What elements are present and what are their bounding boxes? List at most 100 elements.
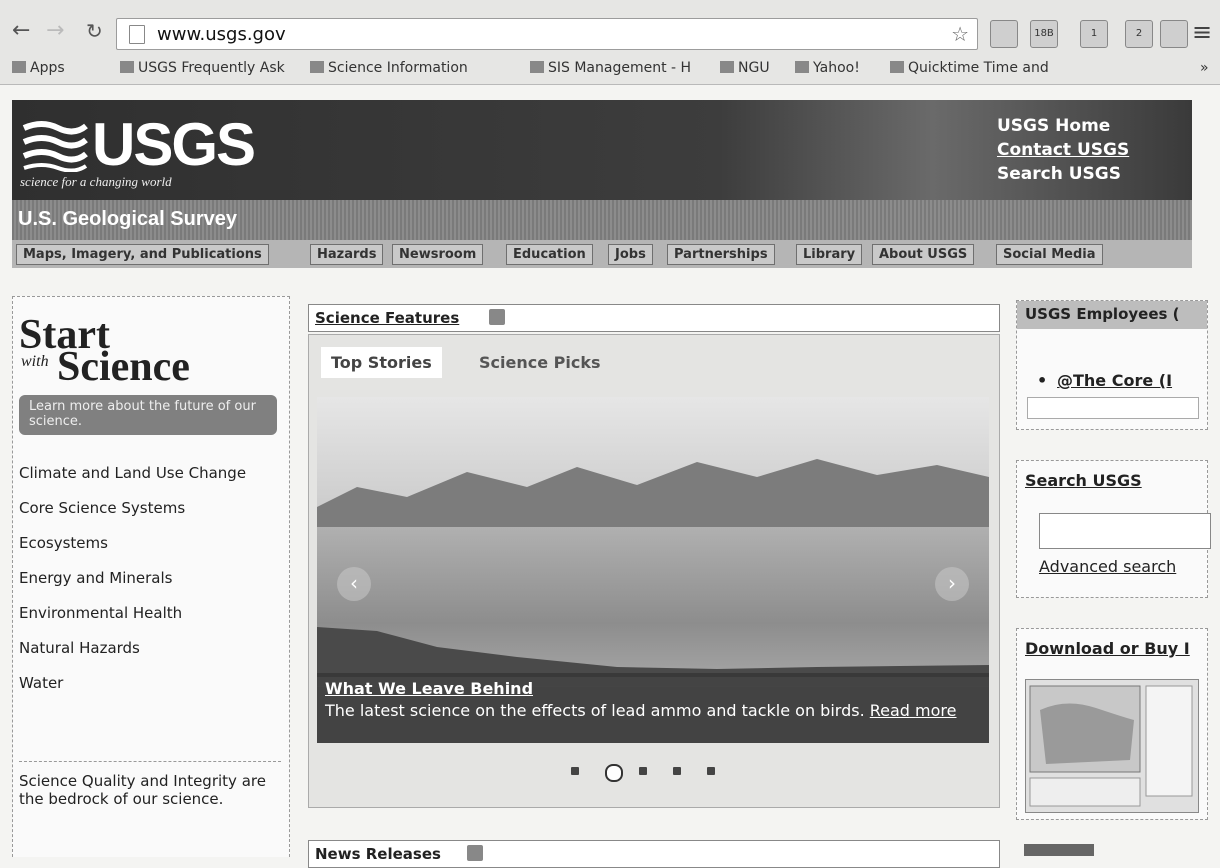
features-carousel: Top Stories Science Picks ‹ › What We Le… <box>308 334 1000 808</box>
science-quality-text[interactable]: Science Quality and Integrity are the be… <box>19 761 281 808</box>
story-title-link[interactable]: What We Leave Behind <box>325 679 533 699</box>
search-usgs-link[interactable]: Search USGS <box>997 162 1129 186</box>
back-arrow-icon[interactable]: ← <box>12 20 30 42</box>
bookmark-item[interactable]: SIS Management - H <box>530 60 691 76</box>
usgs-home-link[interactable]: USGS Home <box>997 114 1129 138</box>
forward-arrow-icon[interactable]: → <box>46 20 64 42</box>
download-box: Download or Buy I <box>1016 628 1208 820</box>
usgs-logo-text[interactable]: USGS <box>92 110 256 179</box>
bookmark-favicon-icon <box>890 61 904 73</box>
bookmark-label: NGU <box>738 60 770 76</box>
bookmark-label: Science Information <box>328 60 468 76</box>
bookmarks-overflow-icon[interactable]: » <box>1200 60 1209 76</box>
nav-jobs[interactable]: Jobs <box>608 244 653 265</box>
employees-title[interactable]: USGS Employees ( <box>1017 301 1207 329</box>
download-title[interactable]: Download or Buy I <box>1025 639 1190 658</box>
advanced-search-link[interactable]: Advanced search <box>1039 557 1176 576</box>
rss-icon[interactable] <box>489 309 505 325</box>
bookmark-label: USGS Frequently Ask <box>138 60 285 76</box>
topic-water[interactable]: Water <box>19 673 281 693</box>
extension-badge-icon[interactable]: 1 <box>1080 20 1108 48</box>
start-with-science-logo[interactable]: Start with Science <box>19 311 279 403</box>
bookmark-label: Apps <box>30 60 65 76</box>
bookmark-item[interactable]: NGU <box>720 60 770 76</box>
extension-icon[interactable] <box>1160 20 1188 48</box>
carousel-next-icon[interactable]: › <box>935 567 969 601</box>
search-usgs-box: Search USGS Advanced search <box>1016 460 1211 598</box>
search-input[interactable] <box>1039 513 1211 549</box>
bookmark-item[interactable]: USGS Frequently Ask <box>120 60 285 76</box>
bookmark-star-icon[interactable]: ☆ <box>951 22 969 46</box>
bookmark-favicon-icon <box>720 61 734 73</box>
apps-grid-icon <box>12 61 26 73</box>
story-text: The latest science on the effects of lea… <box>325 701 985 721</box>
bookmark-apps[interactable]: Apps <box>12 60 65 76</box>
the-core-link[interactable]: @The Core (I <box>1037 371 1172 390</box>
bookmark-label: Yahoo! <box>813 60 860 76</box>
bookmark-favicon-icon <box>120 61 134 73</box>
bookmark-label: SIS Management - H <box>548 60 692 76</box>
tagline: science for a changing world <box>20 174 172 189</box>
bookmark-favicon-icon <box>530 61 544 73</box>
bookmark-item[interactable]: Yahoo! <box>795 60 860 76</box>
address-bar[interactable]: www.usgs.gov ☆ <box>116 18 978 50</box>
nav-education[interactable]: Education <box>506 244 593 265</box>
topic-climate-land-use[interactable]: Climate and Land Use Change <box>19 463 281 483</box>
nav-social-media[interactable]: Social Media <box>996 244 1103 265</box>
learn-more-button[interactable]: Learn more about the future of our scien… <box>19 395 277 435</box>
bookmark-item[interactable]: Quicktime Time and <box>890 60 1049 76</box>
topic-environmental-health[interactable]: Environmental Health <box>19 603 281 623</box>
search-usgs-title[interactable]: Search USGS <box>1025 471 1142 490</box>
survey-title-bar: U.S. Geological Survey <box>12 200 1192 240</box>
read-more-link[interactable]: Read more <box>870 701 957 720</box>
url-text[interactable]: www.usgs.gov <box>157 24 286 45</box>
feature-photo[interactable]: ‹ › What We Leave Behind The latest scie… <box>317 397 989 743</box>
contact-usgs-link[interactable]: Contact USGS <box>997 138 1129 162</box>
story-description: The latest science on the effects of lea… <box>325 701 865 720</box>
usgs-wave-logo-icon[interactable] <box>22 120 88 172</box>
topic-ecosystems[interactable]: Ecosystems <box>19 533 281 553</box>
site-header: USGS science for a changing world USGS H… <box>12 100 1192 268</box>
header-banner: USGS science for a changing world USGS H… <box>12 100 1192 200</box>
carousel-dot[interactable] <box>707 767 715 775</box>
map-thumbnail[interactable] <box>1025 679 1199 813</box>
tab-top-stories[interactable]: Top Stories <box>321 347 442 378</box>
carousel-pagination <box>559 763 759 782</box>
carousel-dot[interactable] <box>673 767 681 775</box>
science-features-title[interactable]: Science Features <box>315 309 459 327</box>
browser-toolbar: ← → ↻ www.usgs.gov ☆ 18B 1 2 ≡ Apps USGS… <box>0 0 1220 85</box>
bookmark-favicon-icon <box>795 61 809 73</box>
extension-badge-icon[interactable]: 2 <box>1125 20 1153 48</box>
news-releases-header: News Releases <box>308 840 1000 868</box>
nav-about-usgs[interactable]: About USGS <box>872 244 975 265</box>
bookmark-label: Quicktime Time and <box>908 60 1049 76</box>
extension-badge-icon[interactable]: 18B <box>1030 20 1058 48</box>
reload-icon[interactable]: ↻ <box>86 20 103 42</box>
map-thumbnail-graphic <box>1029 685 1193 807</box>
carousel-prev-icon[interactable]: ‹ <box>337 567 371 601</box>
nav-newsroom[interactable]: Newsroom <box>392 244 484 265</box>
menu-icon[interactable]: ≡ <box>1192 18 1212 46</box>
carousel-dot[interactable] <box>571 767 579 775</box>
extension-icon[interactable] <box>990 20 1018 48</box>
topic-core-science[interactable]: Core Science Systems <box>19 498 281 518</box>
more-word: more <box>915 701 957 720</box>
left-sidebar: Start with Science Learn more about the … <box>12 296 290 857</box>
carousel-dot-active[interactable] <box>605 764 623 782</box>
bookmark-item[interactable]: Science Information <box>310 60 468 76</box>
topic-energy-minerals[interactable]: Energy and Minerals <box>19 568 281 588</box>
employees-field[interactable] <box>1027 397 1199 419</box>
nav-hazards[interactable]: Hazards <box>310 244 384 265</box>
rss-icon[interactable] <box>467 845 483 861</box>
bottom-thumbnail[interactable] <box>1024 844 1094 856</box>
nav-maps[interactable]: Maps, Imagery, and Publications <box>16 244 269 265</box>
carousel-dot[interactable] <box>639 767 647 775</box>
topic-natural-hazards[interactable]: Natural Hazards <box>19 638 281 658</box>
nav-partnerships[interactable]: Partnerships <box>667 244 775 265</box>
nav-library[interactable]: Library <box>796 244 863 265</box>
read-word: Read <box>869 701 910 720</box>
tab-science-picks[interactable]: Science Picks <box>475 347 605 378</box>
with-word: with <box>21 353 49 370</box>
topic-list: Climate and Land Use Change Core Science… <box>19 463 281 708</box>
news-releases-title[interactable]: News Releases <box>315 845 441 863</box>
